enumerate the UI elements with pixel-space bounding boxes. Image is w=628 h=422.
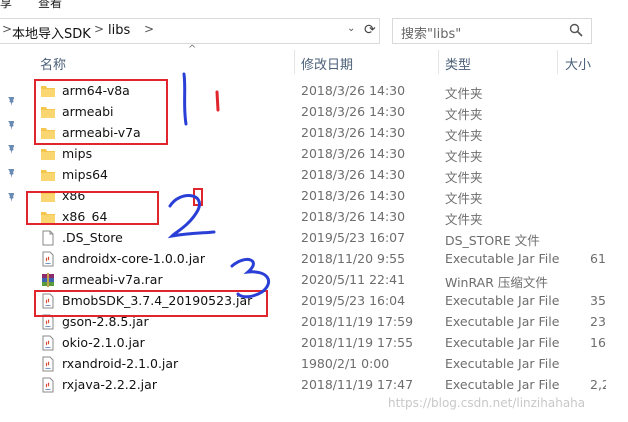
file-type: 文件夹 xyxy=(445,86,483,101)
file-row[interactable]: rxandroid-2.1.0.jar 1980/2/1 0:00 Executab… xyxy=(30,354,628,375)
pin-icon[interactable] xyxy=(6,144,16,154)
navigation-pane xyxy=(0,44,22,422)
file-size: 61 xyxy=(590,251,606,266)
file-row[interactable]: armeabi-v7a.rar 2020/5/11 22:41 WinRAR 压缩文… xyxy=(30,270,628,291)
file-row[interactable]: okio-2.1.0.jar 2018/11/19 17:55 Executable… xyxy=(30,333,628,354)
sort-up-icon: ^ xyxy=(188,44,197,55)
chevron-down-icon[interactable]: ⌄ xyxy=(347,23,357,37)
file-modified-date: 2018/3/26 14:30 xyxy=(301,188,406,203)
column-size[interactable]: 大小 xyxy=(565,54,591,73)
highlight-box-small xyxy=(193,188,203,206)
search-placeholder: 搜索"libs" xyxy=(401,27,462,42)
column-name[interactable]: 名称 xyxy=(40,54,66,73)
watermark: https://blog.csdn.net/linzihahaha xyxy=(388,396,586,410)
breadcrumb-libs[interactable]: libs xyxy=(108,23,130,38)
pin-icon[interactable] xyxy=(6,168,16,178)
file-name: armeabi-v7a.rar xyxy=(62,272,163,287)
vertical-scrollbar[interactable] xyxy=(606,44,628,422)
file-modified-date: 2018/3/26 14:30 xyxy=(301,83,406,98)
file-row[interactable]: mips64 2018/3/26 14:30 文件夹 xyxy=(30,165,628,186)
file-type: 文件夹 xyxy=(445,170,483,185)
file-modified-date: 2018/11/19 17:55 xyxy=(301,335,414,350)
search-icon[interactable] xyxy=(569,23,583,37)
pin-icon[interactable] xyxy=(6,120,16,130)
jar-file-icon xyxy=(40,356,56,372)
file-size: 16 xyxy=(590,335,606,350)
file-type: Executable Jar File xyxy=(445,377,560,392)
file-size: 35 xyxy=(590,293,606,308)
file-modified-date: 2018/3/26 14:30 xyxy=(301,146,406,161)
file-modified-date: 2019/5/23 16:07 xyxy=(301,230,406,245)
rar-archive-icon xyxy=(40,272,56,288)
column-type[interactable]: 类型 xyxy=(445,54,471,73)
folder-icon xyxy=(40,146,56,162)
file-row[interactable]: rxjava-2.2.2.jar 2018/11/19 17:47 Executab… xyxy=(30,375,628,396)
file-modified-date: 2018/11/19 17:47 xyxy=(301,377,414,392)
column-divider[interactable] xyxy=(557,50,558,74)
file-name: mips xyxy=(62,146,93,161)
file-type: 文件夹 xyxy=(445,191,483,206)
file-name: androidx-core-1.0.0.jar xyxy=(62,251,205,266)
file-type: 文件夹 xyxy=(445,128,483,143)
file-type: Executable Jar File xyxy=(445,356,560,371)
file-modified-date: 2020/5/11 22:41 xyxy=(301,272,406,287)
blank-file-icon xyxy=(40,230,56,246)
folder-icon xyxy=(40,167,56,183)
pin-icon[interactable] xyxy=(6,96,16,106)
file-modified-date: 2018/3/26 14:30 xyxy=(301,125,406,140)
file-type: WinRAR 压缩文件 xyxy=(445,275,548,290)
file-modified-date: 2018/3/26 14:30 xyxy=(301,209,406,224)
search-input[interactable]: 搜索"libs" xyxy=(392,18,592,44)
file-name: .DS_Store xyxy=(62,230,123,245)
breadcrumb-separator[interactable]: > xyxy=(2,22,12,36)
refresh-icon[interactable]: ⟳ xyxy=(364,22,376,38)
file-row[interactable]: mips 2018/3/26 14:30 文件夹 xyxy=(30,144,628,165)
file-modified-date: 2018/11/20 9:55 xyxy=(301,251,406,266)
file-size: 23 xyxy=(590,314,606,329)
file-modified-date: 2018/3/26 14:30 xyxy=(301,104,406,119)
column-header: ^ 名称 修改日期 类型 大小 xyxy=(30,44,628,74)
file-modified-date: 2018/11/19 17:59 xyxy=(301,314,414,329)
address-bar[interactable]: > 本地导入SDK > libs > ⌄ xyxy=(0,18,380,44)
file-type: 文件夹 xyxy=(445,107,483,122)
highlight-box-group-3 xyxy=(34,290,268,317)
file-name: rxjava-2.2.2.jar xyxy=(62,377,157,392)
file-type: 文件夹 xyxy=(445,212,483,227)
file-modified-date: 1980/2/1 0:00 xyxy=(301,356,390,371)
column-divider[interactable] xyxy=(438,50,439,74)
file-row[interactable]: .DS_Store 2019/5/23 16:07 DS_STORE 文件 xyxy=(30,228,628,249)
breadcrumb-separator[interactable]: > xyxy=(144,22,154,36)
file-type: Executable Jar File xyxy=(445,251,560,266)
file-modified-date: 2019/5/23 16:04 xyxy=(301,293,406,308)
file-type: Executable Jar File xyxy=(445,293,560,308)
file-name: okio-2.1.0.jar xyxy=(62,335,145,350)
menu-strip: 享 查看 xyxy=(0,0,628,16)
jar-file-icon xyxy=(40,251,56,267)
highlight-box-group-1 xyxy=(34,79,168,145)
jar-file-icon xyxy=(40,377,56,393)
file-type: DS_STORE 文件 xyxy=(445,233,540,248)
file-name: mips64 xyxy=(62,167,109,182)
file-type: Executable Jar File xyxy=(445,314,560,329)
breadcrumb-separator[interactable]: > xyxy=(94,22,104,36)
pin-icon[interactable] xyxy=(6,192,16,202)
jar-file-icon xyxy=(40,335,56,351)
column-date[interactable]: 修改日期 xyxy=(301,54,353,73)
file-name: rxandroid-2.1.0.jar xyxy=(62,356,179,371)
column-divider[interactable] xyxy=(294,50,295,74)
highlight-box-group-2 xyxy=(26,191,159,225)
file-type: Executable Jar File xyxy=(445,335,560,350)
file-type: 文件夹 xyxy=(445,149,483,164)
menu-share[interactable]: 享 xyxy=(0,0,12,11)
menu-view[interactable]: 查看 xyxy=(38,0,62,11)
file-row[interactable]: androidx-core-1.0.0.jar 2018/11/20 9:55 Ex… xyxy=(30,249,628,270)
breadcrumb-local-sdk[interactable]: 本地导入SDK xyxy=(12,23,91,42)
file-modified-date: 2018/3/26 14:30 xyxy=(301,167,406,182)
